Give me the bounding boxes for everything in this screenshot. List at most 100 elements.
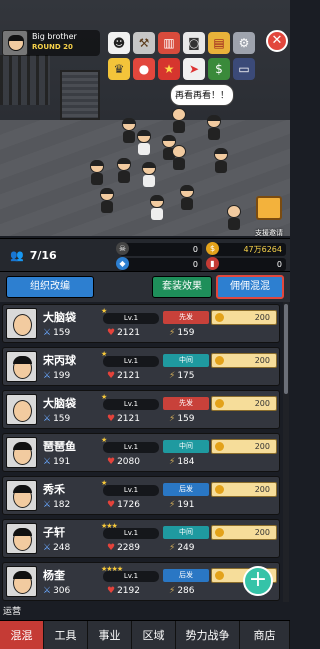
member-row[interactable]: 宋丙球 ⚔ 199 ★ Lv.1 ♥ 2121 中间 ⚡ 175 200 xyxy=(2,347,280,386)
member-row[interactable]: 大脑袋 ⚔ 159 ★ Lv.1 ♥ 2121 先发 ⚡ 159 200 xyxy=(2,304,280,343)
member-avatar[interactable] xyxy=(6,394,37,425)
settings-icon[interactable]: ⚙ xyxy=(233,32,255,54)
round-label: ROUND 20 xyxy=(32,43,73,51)
attack-icon: ⚔ xyxy=(43,371,52,381)
skull-icon: ☠ xyxy=(116,242,129,255)
team-edit-button[interactable]: 组织改编 xyxy=(6,276,94,298)
player-name: Big brother xyxy=(32,32,77,41)
boot-icon: ⚡ xyxy=(169,371,176,381)
gang-member-sprite[interactable] xyxy=(115,158,133,184)
member-name: 秀禾 xyxy=(43,483,65,496)
gang-member-sprite[interactable] xyxy=(140,162,158,188)
hire-cost-button[interactable]: 200 xyxy=(211,353,277,368)
gang-member-sprite[interactable] xyxy=(212,148,230,174)
member-name: 大脑袋 xyxy=(43,397,76,410)
hire-cost-button[interactable]: 200 xyxy=(211,482,277,497)
attack-stat: ⚔ 306 xyxy=(43,586,71,596)
avatar[interactable] xyxy=(2,30,28,56)
hire-cost-button[interactable]: 200 xyxy=(211,396,277,411)
add-member-button[interactable]: + xyxy=(243,566,273,596)
attack-icon: ⚔ xyxy=(43,414,52,424)
bottom-nav: 混混 工具 事业 区域 势力战争 商店 xyxy=(0,620,290,649)
ticket-icon: ▮ xyxy=(206,257,219,270)
member-avatar[interactable] xyxy=(6,523,37,554)
nav-tab[interactable]: 工具 xyxy=(44,621,88,649)
close-button[interactable]: ✕ xyxy=(266,30,288,52)
support-invite-button[interactable]: 支援邀请 xyxy=(250,196,288,237)
gang-member-sprite[interactable] xyxy=(98,188,116,214)
member-avatar[interactable] xyxy=(6,566,37,597)
hire-cost-button[interactable]: 200 xyxy=(211,525,277,540)
top-icons-row-1: ☻ ⚒ ▥ ◙ ▤ ⚙ xyxy=(108,32,255,54)
level-badge: Lv.1 xyxy=(103,313,159,324)
position-badge: 中间 xyxy=(163,440,209,453)
member-row[interactable]: 大脑袋 ⚔ 159 ★ Lv.1 ♥ 2121 先发 ⚡ 159 200 xyxy=(2,390,280,429)
member-row[interactable]: 子轩 ⚔ 248 ★★★ Lv.1 ♥ 2289 中间 ⚡ 249 200 xyxy=(2,519,280,558)
player-profile[interactable]: Big brother ROUND 20 xyxy=(2,30,100,56)
flag-icon[interactable]: ★ xyxy=(158,58,180,80)
rank-icon[interactable]: ♛ xyxy=(108,58,130,80)
member-row[interactable]: 琶琶鱼 ⚔ 191 ★ Lv.1 ♥ 2080 中间 ⚡ 184 200 xyxy=(2,433,280,472)
gang-member-sprite[interactable] xyxy=(225,205,243,231)
member-avatar[interactable] xyxy=(6,480,37,511)
member-avatar[interactable] xyxy=(6,351,37,382)
member-avatar[interactable] xyxy=(6,437,37,468)
attack-icon: ⚔ xyxy=(43,500,52,510)
member-row[interactable]: 秀禾 ⚔ 182 ★ Lv.1 ♥ 1726 后发 ⚡ 191 200 xyxy=(2,476,280,515)
boxing-icon[interactable]: ● xyxy=(133,58,155,80)
nav-tab[interactable]: 势力战争 xyxy=(176,621,240,649)
position-badge: 后发 xyxy=(163,483,209,496)
hammer-icon[interactable]: ⚒ xyxy=(133,32,155,54)
attack-icon: ⚔ xyxy=(43,328,52,338)
member-list[interactable]: 大脑袋 ⚔ 159 ★ Lv.1 ♥ 2121 先发 ⚡ 159 200 宋丙球 ⚔ 199 ★ Lv.1 ♥ 2… xyxy=(0,302,282,602)
camera-icon[interactable]: ◙ xyxy=(183,32,205,54)
hire-cost-button[interactable]: 200 xyxy=(211,310,277,325)
boot-icon: ⚡ xyxy=(169,500,176,510)
member-avatar[interactable] xyxy=(6,308,37,339)
attack-stat: ⚔ 191 xyxy=(43,457,71,467)
member-row[interactable]: 杨奎⚔306★★★★Lv.1♥2192后发⚡286200 xyxy=(2,562,280,601)
tv-icon[interactable]: ▭ xyxy=(233,58,255,80)
boot-icon: ⚡ xyxy=(169,328,176,338)
nav-tab[interactable]: 区域 xyxy=(132,621,176,649)
level-badge: Lv.1 xyxy=(103,356,159,367)
boot-icon: ⚡ xyxy=(169,414,176,424)
paper-plane-icon[interactable]: ➤ xyxy=(183,58,205,80)
nav-tab[interactable]: 事业 xyxy=(88,621,132,649)
gang-member-sprite[interactable] xyxy=(170,145,188,171)
gang-member-sprite[interactable] xyxy=(178,185,196,211)
people-icon: 👥 xyxy=(10,249,24,262)
attack-stat: ⚔ 182 xyxy=(43,500,71,510)
position-badge: 后发 xyxy=(163,569,209,582)
wrestler-icon[interactable]: ☻ xyxy=(108,32,130,54)
gang-member-sprite[interactable] xyxy=(148,195,166,221)
gang-member-sprite[interactable] xyxy=(88,160,106,186)
nav-tab[interactable]: 商店 xyxy=(240,621,290,649)
money-icon[interactable]: $ xyxy=(208,58,230,80)
hp-stat: ♥ 2192 xyxy=(107,586,140,596)
book-icon[interactable]: ▥ xyxy=(158,32,180,54)
speed-stat: ⚡ 159 xyxy=(169,414,195,424)
hp-stat: ♥ 1726 xyxy=(107,500,140,510)
outfit-effect-button[interactable]: 套装效果 xyxy=(152,276,212,298)
garage-shutter xyxy=(60,70,100,120)
attack-icon: ⚔ xyxy=(43,457,52,467)
gang-member-sprite[interactable] xyxy=(135,130,153,156)
hire-cost-button[interactable]: 200 xyxy=(211,439,277,454)
coin-icon xyxy=(215,399,224,408)
level-badge: Lv.1 xyxy=(103,571,159,582)
coin-icon xyxy=(215,356,224,365)
action-tabs: 组织改编 套装效果 佣佣混混 xyxy=(0,272,290,302)
member-name: 大脑袋 xyxy=(43,311,76,324)
hire-button[interactable]: 佣佣混混 xyxy=(216,275,284,299)
gang-member-sprite[interactable] xyxy=(170,108,188,134)
heart-icon: ♥ xyxy=(107,371,116,381)
gang-member-sprite[interactable] xyxy=(205,115,223,141)
app-root: 再看再看！！ Big brother ROUND 20 ☻ ⚒ ▥ ◙ ▤ ⚙ … xyxy=(0,0,290,649)
list-scrollbar[interactable] xyxy=(283,302,289,602)
cards-icon[interactable]: ▤ xyxy=(208,32,230,54)
attack-stat: ⚔ 248 xyxy=(43,543,71,553)
scrollbar-thumb[interactable] xyxy=(284,304,288,394)
coin-icon xyxy=(215,485,224,494)
nav-tab[interactable]: 混混 xyxy=(0,621,44,649)
